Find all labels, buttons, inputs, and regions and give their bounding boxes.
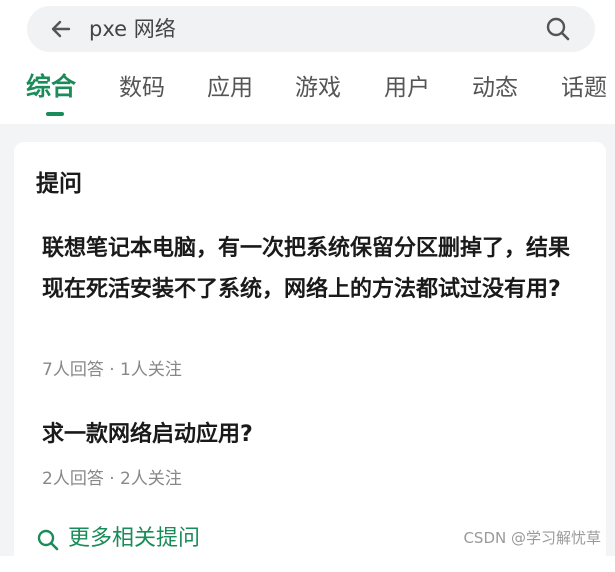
card-title: 提问 bbox=[36, 171, 82, 197]
tab-用户[interactable]: 用户 bbox=[384, 72, 430, 104]
tab-应用[interactable]: 应用 bbox=[207, 72, 253, 104]
tab-动态[interactable]: 动态 bbox=[472, 72, 518, 104]
question-title[interactable]: 联想笔记本电脑，有一次把系统保留分区删掉了，结果现在死活安装不了系统，网络上的方… bbox=[42, 228, 582, 310]
search-more-icon bbox=[37, 529, 59, 551]
search-bar[interactable]: pxe 网络 bbox=[27, 6, 595, 52]
watermark: CSDN @学习解忧草 bbox=[463, 529, 601, 547]
question-title[interactable]: 求一款网络启动应用? bbox=[42, 414, 582, 455]
tab-数码[interactable]: 数码 bbox=[119, 72, 165, 104]
more-questions-label: 更多相关提问 bbox=[68, 526, 201, 551]
search-icon[interactable] bbox=[545, 16, 571, 42]
question-meta: 2人回答 · 2人关注 bbox=[42, 469, 182, 489]
search-input[interactable]: pxe 网络 bbox=[89, 16, 176, 42]
tab-话题[interactable]: 话题 bbox=[561, 72, 607, 104]
tab-综合[interactable]: 综合 bbox=[26, 71, 76, 103]
question-meta: 7人回答 · 1人关注 bbox=[42, 360, 182, 380]
tab-bar: 综合 数码 应用 游戏 用户 动态 话题 bbox=[0, 68, 615, 120]
back-arrow-icon[interactable] bbox=[49, 17, 73, 41]
question-card: 提问 联想笔记本电脑，有一次把系统保留分区删掉了，结果现在死活安装不了系统，网络… bbox=[14, 142, 606, 572]
active-tab-indicator bbox=[46, 112, 64, 116]
tab-游戏[interactable]: 游戏 bbox=[295, 72, 341, 104]
